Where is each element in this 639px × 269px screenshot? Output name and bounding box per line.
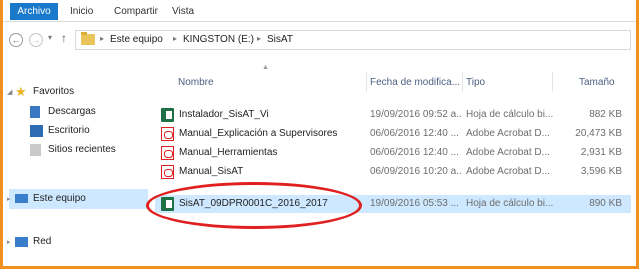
back-arrow-icon[interactable]: ← — [9, 33, 23, 47]
column-divider[interactable] — [366, 72, 367, 92]
tab-inicio[interactable]: Inicio — [70, 3, 93, 20]
excel-file-icon — [161, 108, 174, 122]
file-date: 06/06/2016 12:40 ... — [370, 128, 459, 139]
file-row[interactable]: Manual_Explicación a Supervisores 06/06/… — [155, 125, 631, 143]
pdf-file-icon — [161, 165, 174, 179]
breadcrumb-separator-icon[interactable]: ▸ — [173, 34, 177, 43]
recent-locations-chevron-icon[interactable]: ▾ — [48, 33, 52, 42]
address-bar[interactable]: ▸ Este equipo ▸ KINGSTON (E:) ▸ SisAT — [75, 30, 631, 50]
file-name: Manual_SisAT — [179, 166, 244, 177]
expand-chevron-icon[interactable]: ◢ — [7, 88, 12, 96]
file-type: Adobe Acrobat D... — [466, 147, 550, 158]
sort-up-icon: ▲ — [262, 64, 269, 71]
column-header-size[interactable]: Tamaño — [579, 77, 615, 88]
up-arrow-icon[interactable]: ↑ — [61, 31, 67, 45]
ribbon: Archivo Inicio Compartir Vista — [3, 0, 636, 22]
file-size: 882 KB — [589, 109, 622, 120]
file-row[interactable]: Manual_SisAT 06/09/2016 10:20 a... Adobe… — [155, 163, 631, 181]
file-type: Hoja de cálculo bi... — [466, 109, 554, 120]
file-name: Manual_Herramientas — [179, 147, 278, 158]
file-row[interactable]: Instalador_SisAT_Vi 19/09/2016 09:52 a..… — [155, 106, 631, 124]
file-type: Hoja de cálculo bi... — [466, 198, 554, 209]
file-date: 06/09/2016 10:20 a... — [370, 166, 462, 177]
breadcrumb-separator-icon: ▸ — [100, 34, 105, 43]
file-size: 20,473 KB — [575, 128, 622, 139]
column-divider[interactable] — [462, 72, 463, 92]
breadcrumb-este-equipo[interactable]: Este equipo — [110, 34, 163, 45]
tab-compartir[interactable]: Compartir — [114, 3, 158, 20]
breadcrumb-sisat[interactable]: SisAT — [267, 34, 293, 45]
pdf-file-icon — [161, 127, 174, 141]
pdf-file-icon — [161, 146, 174, 160]
tab-archivo[interactable]: Archivo — [10, 3, 58, 20]
network-icon — [15, 237, 28, 247]
column-header-type[interactable]: Tipo — [466, 77, 485, 88]
breadcrumb-separator-icon[interactable]: ▸ — [257, 34, 261, 43]
file-date: 06/06/2016 12:40 ... — [370, 147, 459, 158]
column-header-date[interactable]: Fecha de modifica... — [370, 77, 460, 88]
file-size: 890 KB — [589, 198, 622, 209]
desktop-icon — [30, 125, 43, 137]
expand-chevron-icon[interactable]: ▸ — [7, 238, 11, 246]
recent-places-icon — [30, 144, 41, 156]
breadcrumb-kingston[interactable]: KINGSTON (E:) — [183, 34, 254, 45]
file-size: 2,931 KB — [580, 147, 622, 158]
file-name: Instalador_SisAT_Vi — [179, 109, 269, 120]
file-type: Adobe Acrobat D... — [466, 166, 550, 177]
forward-arrow-icon[interactable]: → — [29, 33, 43, 47]
address-row: ← → ▾ ↑ ▸ Este equipo ▸ KINGSTON (E:) ▸ … — [3, 28, 636, 52]
downloads-icon — [30, 106, 40, 118]
file-name: Manual_Explicación a Supervisores — [179, 128, 338, 139]
file-row[interactable]: Manual_Herramientas 06/06/2016 12:40 ...… — [155, 144, 631, 162]
file-date: 19/09/2016 09:52 a... — [370, 109, 462, 120]
file-date: 19/09/2016 05:53 ... — [370, 198, 459, 209]
folder-icon — [81, 32, 95, 45]
tab-vista[interactable]: Vista — [172, 3, 194, 20]
file-type: Adobe Acrobat D... — [466, 128, 550, 139]
star-icon: ★ — [15, 84, 27, 99]
computer-icon — [15, 194, 28, 203]
highlight-ellipse — [146, 182, 362, 229]
expand-chevron-icon[interactable]: ▸ — [7, 195, 11, 203]
navigation-pane: ◢ ★ Favoritos Descargas Escritorio Sitio… — [3, 56, 148, 266]
file-size: 3,596 KB — [580, 166, 622, 177]
column-divider[interactable] — [552, 72, 553, 92]
column-header-name[interactable]: Nombre — [178, 77, 214, 88]
